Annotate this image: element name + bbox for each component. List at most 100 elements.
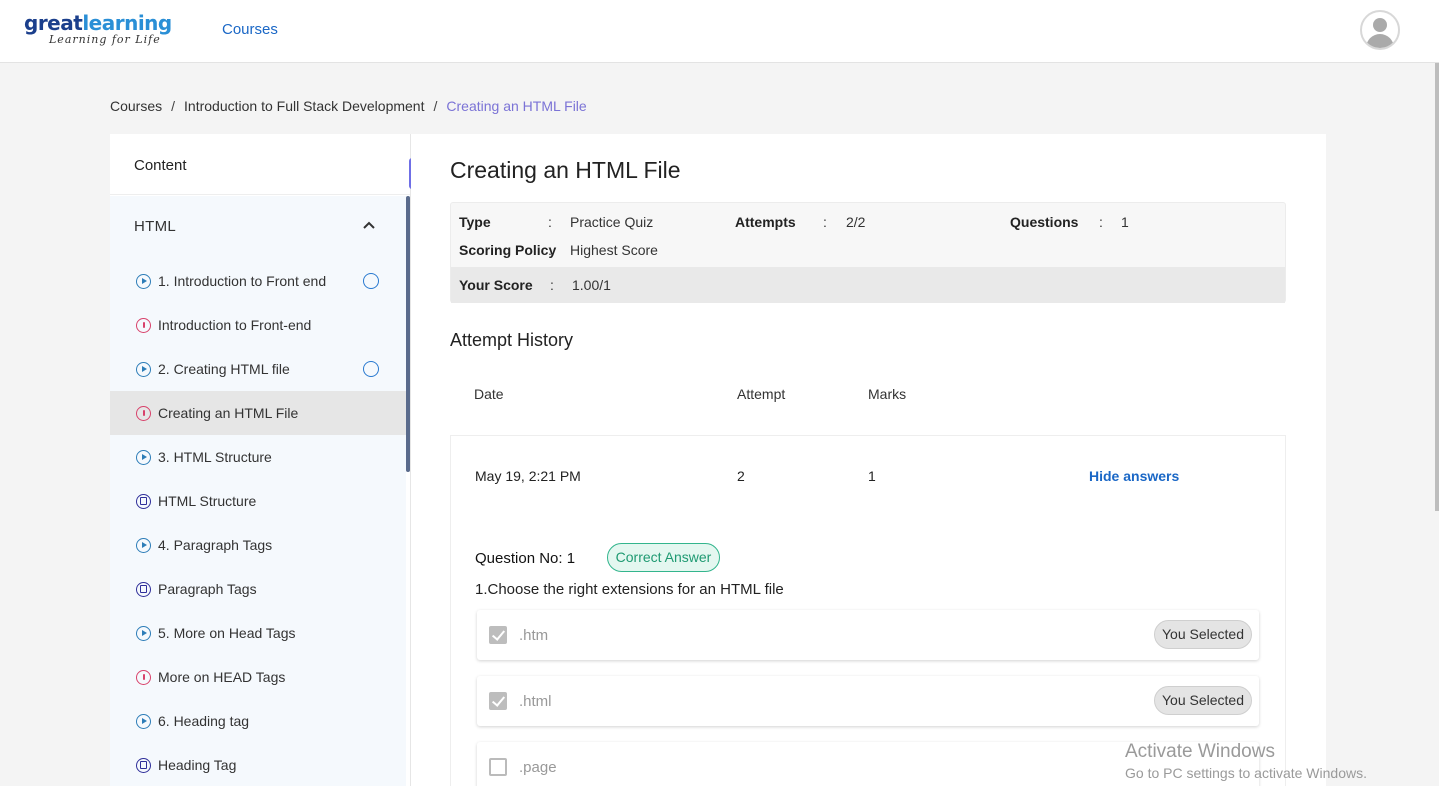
section-title[interactable]: HTML xyxy=(134,218,176,235)
play-circle-icon xyxy=(136,273,151,289)
sidebar-item[interactable]: 1. Introduction to Front end xyxy=(110,259,406,303)
windows-activation-watermark: Activate Windows Go to PC settings to ac… xyxy=(1125,741,1367,781)
progress-status-icon xyxy=(363,361,379,377)
sidebar-item-label: 6. Heading tag xyxy=(158,713,250,729)
quiz-icon xyxy=(136,317,151,333)
attempt-card: May 19, 2:21 PM 2 1 Hide answers Questio… xyxy=(450,435,1286,786)
sidebar-item-label: 3. HTML Structure xyxy=(158,449,272,465)
type-value: Practice Quiz xyxy=(570,214,654,230)
attempt-number: 2 xyxy=(737,468,745,484)
chevron-up-icon[interactable] xyxy=(362,218,376,232)
breadcrumb-separator: / xyxy=(171,98,176,114)
attempts-colon: : xyxy=(823,214,827,230)
sidebar-item[interactable]: 5. More on Head Tags xyxy=(110,611,406,655)
main-content: Creating an HTML File Type : Practice Qu… xyxy=(411,134,1326,786)
quiz-icon xyxy=(136,405,151,421)
option-text: .page xyxy=(519,759,557,776)
sidebar-item[interactable]: Heading Tag xyxy=(110,743,406,786)
you-selected-badge: You Selected xyxy=(1154,686,1252,715)
play-circle-icon xyxy=(136,361,151,377)
sidebar-item-label: Heading Tag xyxy=(158,757,237,773)
correct-answer-badge: Correct Answer xyxy=(607,543,720,572)
attempts-value: 2/2 xyxy=(846,214,866,230)
attempts-label: Attempts xyxy=(735,214,796,230)
sidebar-item[interactable]: 2. Creating HTML file xyxy=(110,347,406,391)
sidebar-item[interactable]: More on HEAD Tags xyxy=(110,655,406,699)
attempt-marks: 1 xyxy=(868,468,876,484)
greatlearning-logo[interactable]: greatlearning Learning for Life xyxy=(24,12,176,46)
question-number: Question No: 1 xyxy=(475,550,576,567)
breadcrumb: Courses / Introduction to Full Stack Devel… xyxy=(110,98,587,114)
sidebar-item-label: 2. Creating HTML file xyxy=(158,361,290,377)
column-header-attempt: Attempt xyxy=(737,386,786,402)
attempt-date: May 19, 2:21 PM xyxy=(475,468,581,484)
play-circle-icon xyxy=(136,537,151,553)
breadcrumb-separator: / xyxy=(433,98,438,114)
questions-colon: : xyxy=(1099,214,1103,230)
column-header-date: Date xyxy=(474,386,504,402)
breadcrumb-courses[interactable]: Courses xyxy=(110,98,162,114)
sidebar-item-list: 1. Introduction to Front end Introduction… xyxy=(110,259,406,786)
checkbox-unchecked[interactable] xyxy=(489,758,507,776)
your-score-label: Your Score xyxy=(459,277,533,293)
scoring-policy-label: Scoring Policy xyxy=(459,242,557,258)
option-text: .htm xyxy=(519,627,549,644)
sidebar-item[interactable]: HTML Structure xyxy=(110,479,406,523)
you-selected-badge: You Selected xyxy=(1154,620,1252,649)
your-score-colon: : xyxy=(550,277,554,293)
answer-option[interactable]: .html You Selected xyxy=(477,676,1259,726)
progress-status-icon xyxy=(363,273,379,289)
type-label: Type xyxy=(459,214,491,230)
checkbox-checked[interactable] xyxy=(489,626,507,644)
avatar-head xyxy=(1373,18,1387,32)
sidebar-item-label: 4. Paragraph Tags xyxy=(158,537,273,553)
document-icon xyxy=(136,493,151,509)
sidebar-item-label: 1. Introduction to Front end xyxy=(158,273,327,289)
logo-wordmark: greatlearning xyxy=(24,11,172,35)
question-text: 1.Choose the right extensions for an HTM… xyxy=(475,581,784,598)
hide-answers-link[interactable]: Hide answers xyxy=(1089,468,1179,484)
attempt-history-title: Attempt History xyxy=(450,330,574,350)
watermark-line2: Go to PC settings to activate Windows. xyxy=(1125,765,1367,781)
sidebar-item-label: Creating an HTML File xyxy=(158,405,299,421)
avatar-body xyxy=(1366,34,1394,48)
top-navbar: greatlearning Learning for Life Courses xyxy=(0,0,1439,63)
sidebar-item[interactable]: Paragraph Tags xyxy=(110,567,406,611)
quiz-info-panel: Type : Practice Quiz Attempts : 2/2 Ques… xyxy=(450,202,1286,303)
sidebar-item[interactable]: Introduction to Front-end xyxy=(110,303,406,347)
checkbox-checked[interactable] xyxy=(489,692,507,710)
type-colon: : xyxy=(548,214,552,230)
sidebar-item[interactable]: Creating an HTML File xyxy=(110,391,406,435)
page-title: Creating an HTML File xyxy=(450,157,681,183)
play-circle-icon xyxy=(136,713,151,729)
scoring-policy-colon: : xyxy=(548,242,552,258)
your-score-value: 1.00/1 xyxy=(572,277,611,293)
sidebar-scrollbar[interactable] xyxy=(406,196,410,472)
play-circle-icon xyxy=(136,449,151,465)
column-header-marks: Marks xyxy=(868,386,907,402)
logo-tagline: Learning for Life xyxy=(49,33,161,46)
sidebar-heading: Content xyxy=(110,134,410,195)
scoring-policy-value: Highest Score xyxy=(570,242,658,258)
page-scrollbar[interactable] xyxy=(1435,63,1439,511)
breadcrumb-current: Creating an HTML File xyxy=(446,98,587,114)
sidebar-item-label: 5. More on Head Tags xyxy=(158,625,296,641)
sidebar-item[interactable]: 6. Heading tag xyxy=(110,699,406,743)
option-text: .html xyxy=(519,693,552,710)
score-band: Your Score : 1.00/1 xyxy=(451,267,1285,303)
questions-value: 1 xyxy=(1121,214,1129,230)
sidebar-item[interactable]: 4. Paragraph Tags xyxy=(110,523,406,567)
answer-option[interactable]: .htm You Selected xyxy=(477,610,1259,660)
sidebar-item-label: Introduction to Front-end xyxy=(158,317,312,333)
sidebar-item-label: Paragraph Tags xyxy=(158,581,257,597)
user-avatar[interactable] xyxy=(1360,10,1400,50)
questions-label: Questions xyxy=(1010,214,1079,230)
nav-courses-link[interactable]: Courses xyxy=(222,21,278,38)
sidebar-item-label: More on HEAD Tags xyxy=(158,669,286,685)
document-icon xyxy=(136,581,151,597)
document-icon xyxy=(136,757,151,773)
sidebar-item[interactable]: 3. HTML Structure xyxy=(110,435,406,479)
breadcrumb-course[interactable]: Introduction to Full Stack Development xyxy=(184,98,424,114)
quiz-icon xyxy=(136,669,151,685)
play-circle-icon xyxy=(136,625,151,641)
